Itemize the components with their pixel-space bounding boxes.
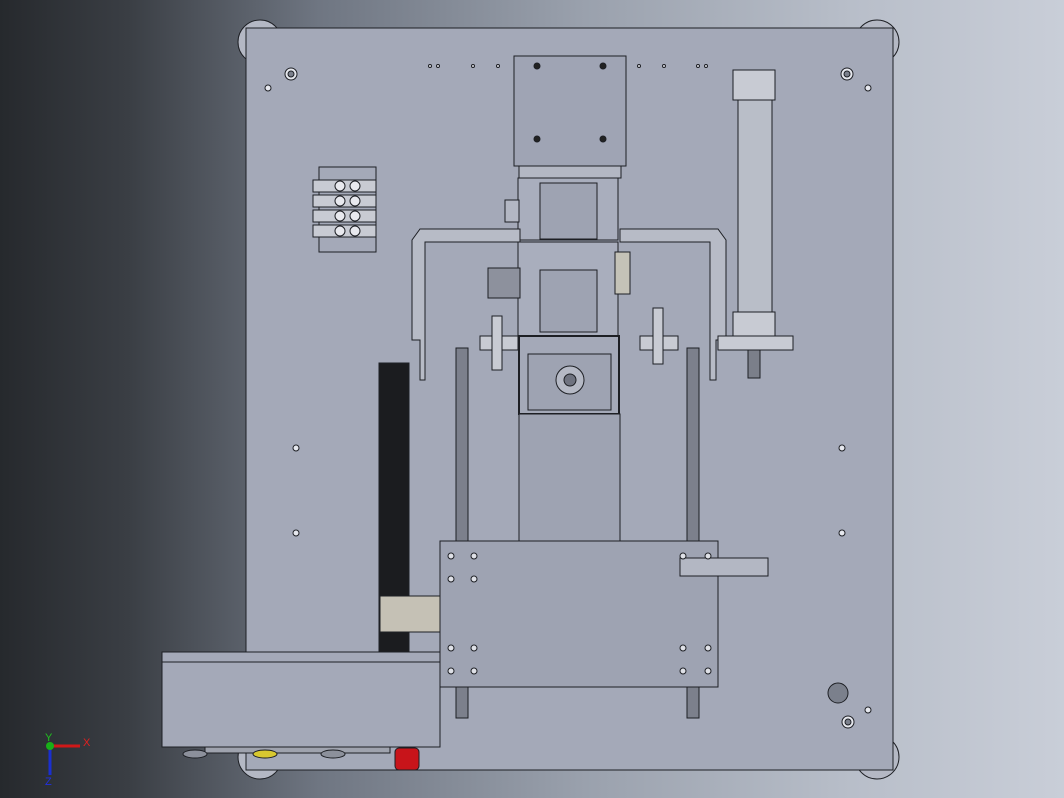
upper-carriage[interactable] (504, 177, 619, 241)
control-box[interactable] (161, 651, 441, 754)
emergency-stop-button[interactable] (394, 747, 420, 771)
top-motor[interactable] (513, 55, 627, 179)
z-axis-label: Z (45, 776, 52, 788)
cad-viewport[interactable]: X Y Z (0, 0, 1064, 798)
valve-manifold[interactable] (312, 166, 377, 253)
axis-triad: X Y Z (45, 732, 91, 788)
connector-1 (182, 749, 208, 759)
vertical-column (518, 413, 621, 543)
x-axis-label: X (83, 737, 91, 749)
y-axis-label: Y (45, 732, 53, 744)
right-sensor-body (652, 307, 664, 365)
left-sensor-body (491, 315, 503, 371)
yellow-button[interactable] (252, 749, 278, 759)
rotary-unit[interactable] (518, 335, 620, 415)
connector-2 (320, 749, 346, 759)
